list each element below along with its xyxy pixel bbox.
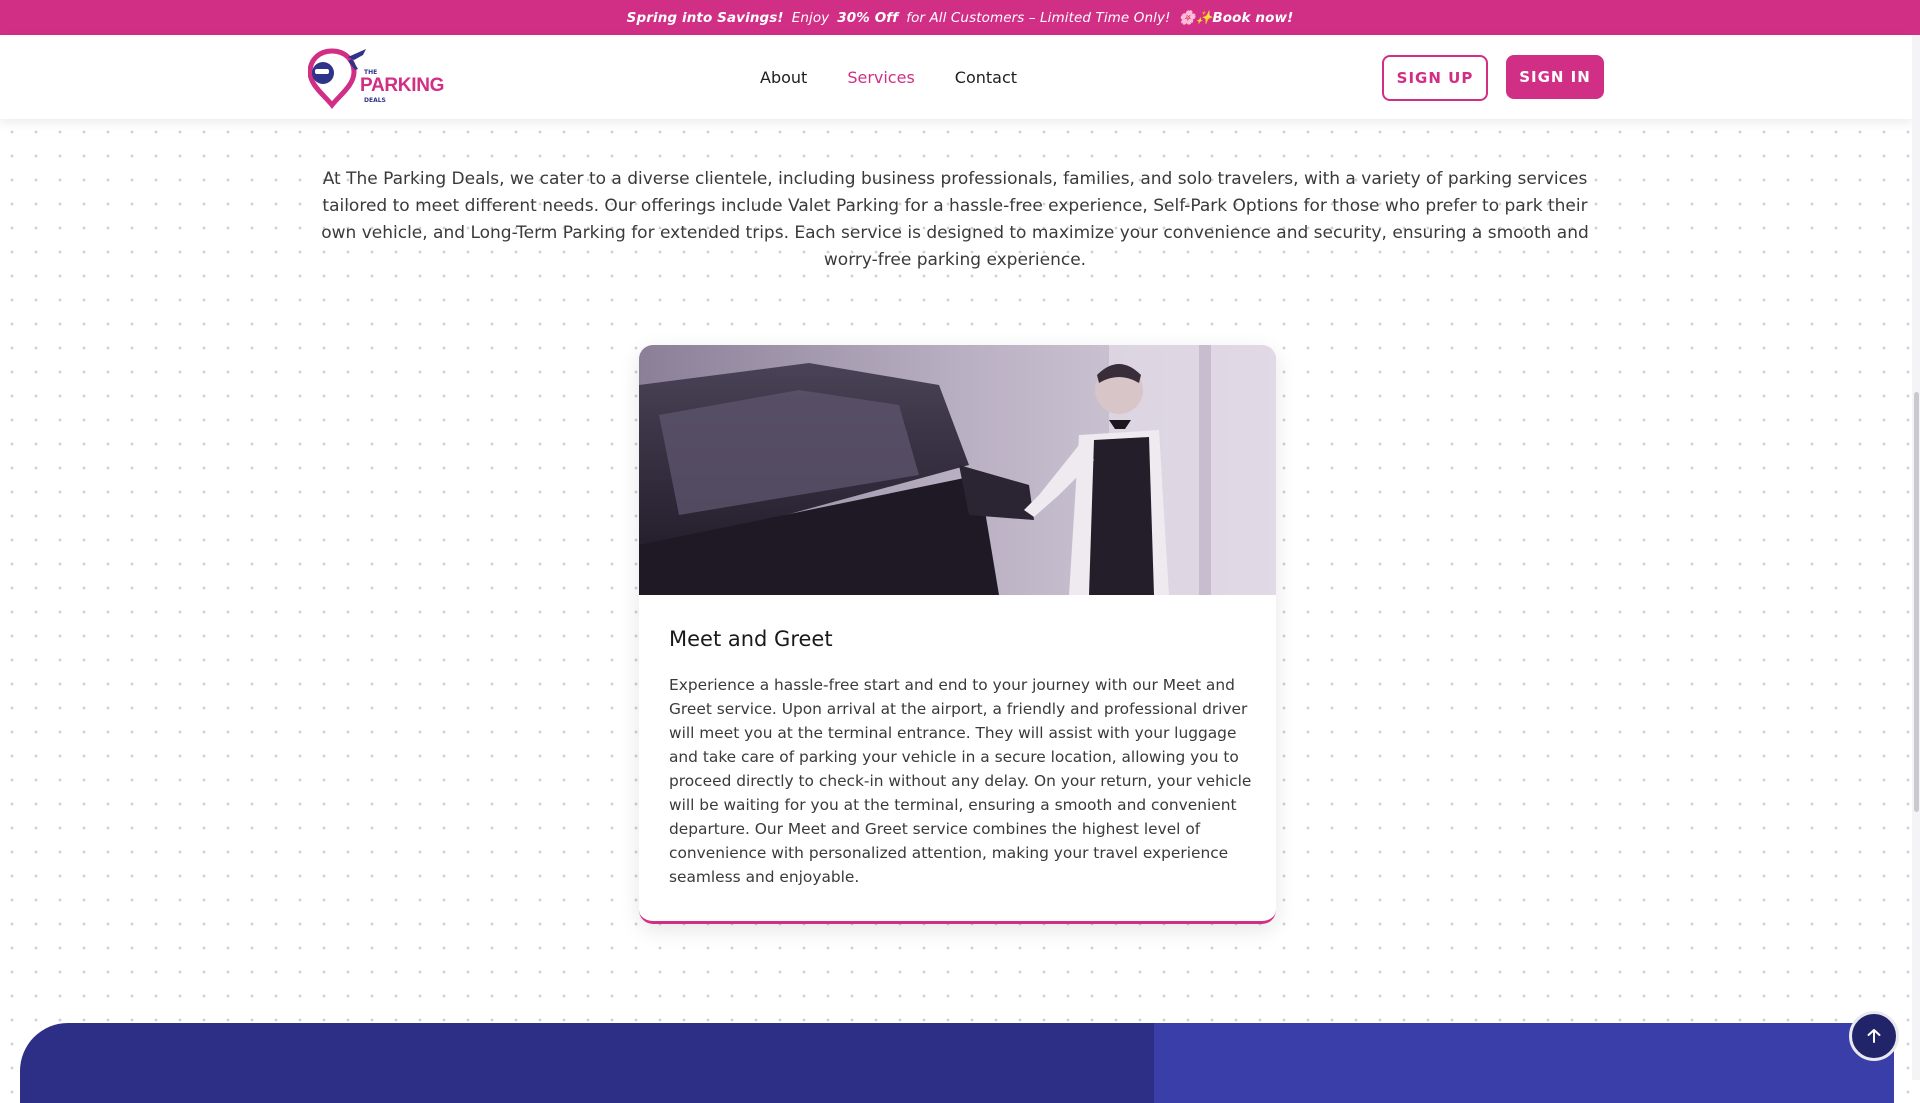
promo-enjoy: Enjoy <box>791 9 830 26</box>
logo-text-sub: DEALS <box>364 97 386 104</box>
logo-pin-icon <box>308 48 366 109</box>
service-card-meet-and-greet[interactable]: Meet and Greet Experience a hassle-free … <box>639 345 1276 924</box>
scroll-to-top-button[interactable] <box>1849 1011 1899 1061</box>
site-header: THE PARKING DEALS About Services Contact… <box>0 35 1912 119</box>
arrow-up-icon <box>1867 1029 1881 1043</box>
promo-banner[interactable]: Spring into Savings! Enjoy 30% Off for A… <box>0 0 1920 35</box>
sparkle-icon: ✨ <box>1195 9 1213 26</box>
valet-photo <box>639 345 1276 595</box>
main-nav: About Services Contact <box>760 35 1057 119</box>
promo-cta-link[interactable]: Book now! <box>1212 10 1293 26</box>
page-scrollbar-thumb[interactable] <box>1914 392 1919 812</box>
logo-text-main: PARKING <box>360 75 445 96</box>
nav-about[interactable]: About <box>760 68 807 87</box>
promo-lead: Spring into Savings! <box>626 9 784 26</box>
sign-in-button[interactable]: SIGN IN <box>1506 55 1604 99</box>
services-intro-text: At The Parking Deals, we cater to a dive… <box>321 169 1589 270</box>
footer-section <box>20 1023 1894 1103</box>
site-logo[interactable]: THE PARKING DEALS <box>308 47 448 109</box>
sign-up-button[interactable]: SIGN UP <box>1382 55 1488 101</box>
flower-icon: 🌸 <box>1178 9 1196 26</box>
nav-services[interactable]: Services <box>847 68 914 87</box>
service-card-description: Experience a hassle-free start and end t… <box>669 676 1252 886</box>
service-card-title: Meet and Greet <box>669 627 833 651</box>
promo-text: for All Customers – Limited Time Only! <box>906 9 1171 26</box>
nav-contact[interactable]: Contact <box>955 68 1017 87</box>
promo-discount: 30% Off <box>837 9 899 26</box>
